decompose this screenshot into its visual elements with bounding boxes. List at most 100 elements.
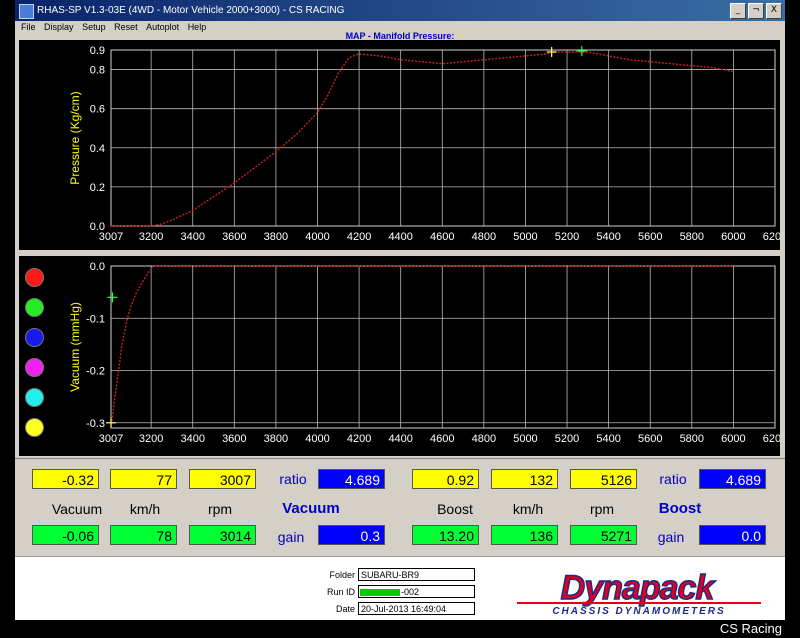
x-tick-label: 4600 (430, 231, 454, 243)
green-trace-dot[interactable] (25, 298, 44, 317)
x-tick-label: 5000 (513, 231, 537, 243)
pressure-chart-panel[interactable]: 3007 3200 3400 3600 3800 4000 4200 4400 4600 4800… (19, 40, 785, 250)
folder-field[interactable]: SUBARU-BR9 (358, 568, 475, 581)
vacuum-chart[interactable]: 3007 3200 3400 3600 3800 4000 4200 4400 4600 4800… (19, 256, 785, 456)
boost-label: Boost (437, 501, 473, 517)
y-axis-label: Vacuum (mmHg) (68, 302, 82, 392)
window-title: RHAS-SP V1.3-03E (4WD - Motor Vehicle 20… (37, 5, 345, 16)
x-tick-label: 5200 (555, 433, 579, 445)
x-tick-label: 6000 (721, 231, 745, 243)
yellow-trace-dot[interactable] (25, 418, 44, 437)
x-tick-label: 3800 (264, 231, 288, 243)
pressure-chart[interactable]: 3007 3200 3400 3600 3800 4000 4200 4400 4600 4800… (19, 40, 785, 250)
boost-kmh-1: 132 (491, 469, 558, 489)
series-line (110, 265, 734, 429)
x-tick-label: 4600 (430, 433, 454, 445)
boost-ratio-value: 4.689 (699, 469, 766, 489)
app-icon (19, 4, 34, 19)
y-tick-label: 0.2 (90, 182, 105, 194)
y-tick-label: 0.0 (90, 261, 105, 273)
x-tick-label: 4400 (388, 433, 412, 445)
green-cursor-marker (576, 45, 587, 56)
y-axis-label: Pressure (Kg/cm) (68, 91, 82, 184)
vacuum-kmh-1: 77 (110, 469, 177, 489)
application-window: RHAS-SP V1.3-03E (4WD - Motor Vehicle 20… (15, 0, 785, 620)
yellow-cursor-marker (106, 417, 116, 428)
credit-caption: CS Racing (719, 621, 782, 636)
restore-button[interactable]: ¬ (748, 3, 764, 19)
y-tick-label: 0.4 (90, 143, 105, 155)
boost-rpm-1: 5126 (570, 469, 637, 489)
boost-rpm-label: rpm (589, 501, 615, 517)
x-tick-label: 4400 (388, 231, 412, 243)
vacuum-chart-panel[interactable]: 3007 3200 3400 3600 3800 4000 4200 4400 4600 4800… (19, 256, 785, 456)
red-trace-dot[interactable] (25, 268, 44, 287)
y-tick-label: 0.6 (90, 104, 105, 116)
x-tick-label: 4800 (472, 231, 496, 243)
logo-underline (517, 602, 761, 604)
boost-gain-value: 0.0 (699, 525, 766, 545)
title-bar[interactable]: RHAS-SP V1.3-03E (4WD - Motor Vehicle 20… (15, 0, 785, 21)
minimize-button[interactable]: _ (730, 3, 746, 19)
y-tick-label: -0.1 (86, 313, 105, 325)
blue-trace-dot[interactable] (25, 328, 44, 347)
x-tick-label: 5000 (513, 433, 537, 445)
plot-frame (110, 265, 776, 429)
plot-frame (110, 49, 776, 227)
window-controls: _ ¬ X (730, 3, 782, 19)
magenta-trace-dot[interactable] (25, 358, 44, 377)
folder-label: Folder (329, 570, 355, 580)
x-tick-label: 4000 (305, 231, 329, 243)
x-tick-label: 5800 (680, 433, 704, 445)
dynapack-logo: Dynapack CHASSIS DYNAMOMETERS (517, 568, 761, 617)
x-tick-label: 6000 (721, 433, 745, 445)
vacuum-ratio-value: 4.689 (318, 469, 385, 489)
vacuum-label: Vacuum (51, 501, 103, 517)
redacted-bar (360, 589, 400, 597)
x-tick-label: 3007 (99, 433, 123, 445)
vacuum-kmh-label: km/h (129, 501, 161, 517)
date-field[interactable]: 20-Jul-2013 16:49:04 (358, 602, 475, 615)
x-tick-label: 3600 (222, 231, 246, 243)
vacuum-gain-label: gain (277, 529, 305, 545)
y-tick-label: 0.9 (90, 45, 105, 57)
x-tick-label: 4200 (347, 231, 371, 243)
x-tick-label: 4200 (347, 433, 371, 445)
boost-value-2: 13.20 (412, 525, 479, 545)
vacuum-rpm-1: 3007 (189, 469, 256, 489)
logo-tagline: CHASSIS DYNAMOMETERS (552, 606, 725, 617)
x-tick-label: 5400 (596, 433, 620, 445)
logo-wordmark: Dynapack (561, 569, 717, 607)
runid-label: Run ID (326, 587, 355, 597)
boost-kmh-2: 136 (491, 525, 558, 545)
vacuum-kmh-2: 78 (110, 525, 177, 545)
green-cursor-marker (107, 292, 118, 303)
series-line (111, 51, 734, 227)
y-tick-label: 0.0 (90, 221, 105, 233)
y-tick-label: 0.8 (90, 65, 105, 77)
x-tick-label: 3800 (264, 433, 288, 445)
cyan-trace-dot[interactable] (25, 388, 44, 407)
x-tick-label: 6200 (763, 433, 780, 445)
x-tick-label: 3600 (222, 433, 246, 445)
vacuum-ratio-label: ratio (279, 471, 307, 487)
boost-kmh-label: km/h (512, 501, 544, 517)
x-tick-label: 5200 (555, 231, 579, 243)
x-tick-label: 3400 (180, 231, 204, 243)
x-tick-label: 5600 (638, 231, 662, 243)
vacuum-rpm-2: 3014 (189, 525, 256, 545)
runid-field[interactable]: -002 (358, 585, 475, 598)
boost-section-title: Boost (658, 500, 702, 517)
runid-value: -002 (401, 587, 420, 597)
close-button[interactable]: X (766, 3, 782, 19)
x-tick-label: 5400 (596, 231, 620, 243)
y-tick-label: -0.3 (86, 418, 105, 430)
vacuum-gain-value: 0.3 (318, 525, 385, 545)
x-tick-label: 4800 (472, 433, 496, 445)
readout-panel: -0.32 77 3007 ratio 4.689 Vacuum km/h rp… (15, 458, 785, 555)
x-tick-label: 5600 (638, 433, 662, 445)
boost-rpm-2: 5271 (570, 525, 637, 545)
vacuum-rpm-label: rpm (207, 501, 233, 517)
x-tick-label: 4000 (305, 433, 329, 445)
boost-gain-label: gain (657, 529, 685, 545)
